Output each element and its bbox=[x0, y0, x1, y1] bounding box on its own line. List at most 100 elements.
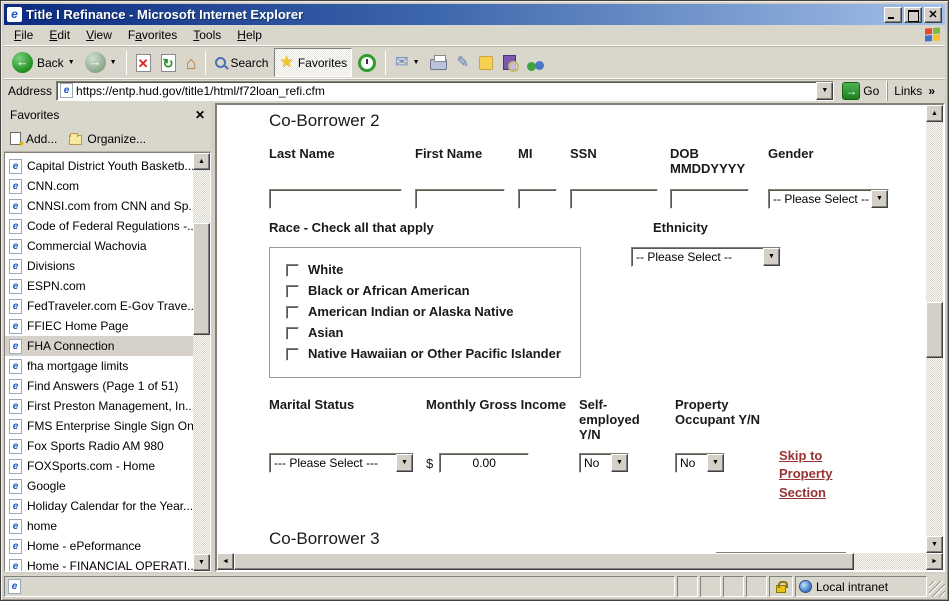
main-area: Favorites ✕ Add... Organize... eCapital … bbox=[4, 103, 945, 572]
menu-file[interactable]: File bbox=[6, 26, 41, 44]
favorite-item[interactable]: efha mortgage limits bbox=[5, 356, 193, 376]
favorite-item[interactable]: eCommercial Wachovia bbox=[5, 236, 193, 256]
edit-button[interactable]: ✎ bbox=[453, 48, 474, 77]
favorite-item-selected[interactable]: eFHA Connection bbox=[5, 336, 193, 356]
menu-help[interactable]: Help bbox=[229, 26, 270, 44]
address-dropdown-icon[interactable]: ▼ bbox=[816, 82, 833, 100]
scroll-right-icon[interactable]: ► bbox=[926, 553, 943, 570]
status-main-pane: e bbox=[4, 576, 675, 597]
scrollbar-thumb[interactable] bbox=[926, 302, 943, 358]
scroll-up-icon[interactable]: ▲ bbox=[193, 153, 210, 170]
favorite-item[interactable]: eCode of Federal Regulations -... bbox=[5, 216, 193, 236]
race-native-american-checkbox[interactable] bbox=[286, 306, 299, 319]
chevron-down-icon[interactable]: ▼ bbox=[611, 454, 628, 472]
favorite-item[interactable]: eGoogle bbox=[5, 476, 193, 496]
scrollbar-thumb[interactable] bbox=[193, 223, 210, 335]
favorite-item[interactable]: eFOXSports.com - Home bbox=[5, 456, 193, 476]
favorite-item[interactable]: eESPN.com bbox=[5, 276, 193, 296]
add-favorite-icon bbox=[10, 132, 21, 145]
property-occupant-select[interactable]: No ▼ bbox=[675, 453, 725, 473]
dob-input[interactable] bbox=[670, 189, 749, 209]
scroll-down-icon[interactable]: ▼ bbox=[926, 536, 943, 553]
go-button[interactable]: → Go bbox=[838, 82, 883, 100]
address-url: https://entp.hud.gov/title1/html/f72loan… bbox=[76, 84, 816, 98]
forward-button[interactable]: → ▼ bbox=[81, 48, 121, 77]
organize-favorites-button[interactable]: Organize... bbox=[69, 132, 146, 146]
first-name-input[interactable] bbox=[415, 189, 505, 209]
favorite-item[interactable]: eHome - ePeformance bbox=[5, 536, 193, 556]
race-white-checkbox[interactable] bbox=[286, 264, 299, 277]
add-favorite-button[interactable]: Add... bbox=[10, 132, 57, 146]
content-horizontal-scrollbar[interactable]: ◄ ► bbox=[217, 553, 943, 570]
back-dropdown-icon[interactable]: ▼ bbox=[68, 59, 75, 66]
back-button[interactable]: ← Back ▼ bbox=[8, 48, 79, 77]
mail-dropdown-icon[interactable]: ▼ bbox=[413, 59, 420, 66]
history-button[interactable] bbox=[354, 48, 380, 77]
scroll-up-icon[interactable]: ▲ bbox=[926, 105, 943, 122]
home-button[interactable]: ⌂ bbox=[182, 48, 201, 77]
print-button[interactable] bbox=[426, 48, 451, 77]
favorite-item[interactable]: ehome bbox=[5, 516, 193, 536]
favorite-item[interactable]: eCNNSI.com from CNN and Sp... bbox=[5, 196, 193, 216]
favorite-item[interactable]: eHome - FINANCIAL OPERATI... bbox=[5, 556, 193, 571]
chevron-down-icon[interactable]: ▼ bbox=[871, 190, 888, 208]
forward-dropdown-icon[interactable]: ▼ bbox=[110, 59, 117, 66]
content-vertical-scrollbar[interactable]: ▲ ▼ bbox=[926, 105, 943, 553]
chevron-down-icon[interactable]: ▼ bbox=[396, 454, 413, 472]
favorite-item[interactable]: eFox Sports Radio AM 980 bbox=[5, 436, 193, 456]
stop-icon: ✕ bbox=[136, 54, 151, 72]
favorites-star-icon: ★ bbox=[279, 55, 293, 71]
links-toolbar[interactable]: Links » bbox=[887, 81, 941, 101]
refresh-button[interactable]: ↻ bbox=[157, 48, 180, 77]
coborrower2-field-labels: Last Name First Name MI SSN DOB MMDDYYYY… bbox=[269, 147, 926, 177]
zone-label: Local intranet bbox=[816, 580, 888, 594]
discuss-button[interactable] bbox=[475, 48, 497, 77]
address-input[interactable]: e https://entp.hud.gov/title1/html/f72lo… bbox=[56, 81, 834, 101]
resize-grip[interactable] bbox=[929, 581, 945, 597]
race-black-checkbox[interactable] bbox=[286, 285, 299, 298]
favorite-item[interactable]: eFirst Preston Management, In... bbox=[5, 396, 193, 416]
close-favorites-icon[interactable]: ✕ bbox=[195, 108, 205, 122]
favorite-item[interactable]: eHoliday Calendar for the Year... bbox=[5, 496, 193, 516]
favorite-item[interactable]: eCapital District Youth Basketb... bbox=[5, 156, 193, 176]
maximize-button[interactable] bbox=[904, 7, 922, 23]
marital-row-controls: --- Please Select --- ▼ $ 0.00 No ▼ bbox=[269, 453, 926, 504]
favorite-item[interactable]: eFFIEC Home Page bbox=[5, 316, 193, 336]
gender-label: Gender bbox=[768, 147, 898, 177]
messenger-button[interactable] bbox=[522, 48, 548, 77]
income-input[interactable]: 0.00 bbox=[439, 453, 529, 473]
favorite-item[interactable]: eFedTraveler.com E-Gov Trave... bbox=[5, 296, 193, 316]
scroll-left-icon[interactable]: ◄ bbox=[217, 553, 234, 570]
menu-edit[interactable]: Edit bbox=[41, 26, 78, 44]
mail-button[interactable]: ✉ ▼ bbox=[391, 48, 423, 77]
ethnicity-select[interactable]: -- Please Select -- ▼ bbox=[631, 247, 781, 267]
favorites-button[interactable]: ★ Favorites bbox=[274, 48, 352, 77]
scroll-down-icon[interactable]: ▼ bbox=[193, 554, 210, 571]
race-pacific-islander-checkbox[interactable] bbox=[286, 348, 299, 361]
ssn-input[interactable] bbox=[570, 189, 658, 209]
skip-to-property-link[interactable]: Skip to Property Section bbox=[779, 447, 859, 504]
favorite-item[interactable]: eFind Answers (Page 1 of 51) bbox=[5, 376, 193, 396]
mi-input[interactable] bbox=[518, 189, 557, 209]
last-name-input[interactable] bbox=[269, 189, 402, 209]
close-button[interactable] bbox=[924, 7, 942, 23]
favorites-scrollbar[interactable]: ▲ ▼ bbox=[193, 153, 210, 571]
gender-select[interactable]: -- Please Select -- ▼ bbox=[768, 189, 889, 209]
favorite-item[interactable]: eDivisions bbox=[5, 256, 193, 276]
menu-tools[interactable]: Tools bbox=[185, 26, 229, 44]
menu-view[interactable]: View bbox=[78, 26, 120, 44]
links-chevron-icon[interactable]: » bbox=[928, 84, 935, 98]
favorite-item[interactable]: eCNN.com bbox=[5, 176, 193, 196]
race-asian-checkbox[interactable] bbox=[286, 327, 299, 340]
chevron-down-icon[interactable]: ▼ bbox=[707, 454, 724, 472]
favorite-item[interactable]: eFMS Enterprise Single Sign On... bbox=[5, 416, 193, 436]
research-button[interactable] bbox=[499, 48, 520, 77]
marital-status-select[interactable]: --- Please Select --- ▼ bbox=[269, 453, 414, 473]
minimize-button[interactable] bbox=[884, 7, 902, 23]
self-employed-select[interactable]: No ▼ bbox=[579, 453, 629, 473]
scrollbar-thumb[interactable] bbox=[234, 553, 854, 570]
stop-button[interactable]: ✕ bbox=[132, 48, 155, 77]
chevron-down-icon[interactable]: ▼ bbox=[763, 248, 780, 266]
search-button[interactable]: Search bbox=[211, 48, 272, 77]
menu-favorites[interactable]: Favorites bbox=[120, 26, 185, 44]
